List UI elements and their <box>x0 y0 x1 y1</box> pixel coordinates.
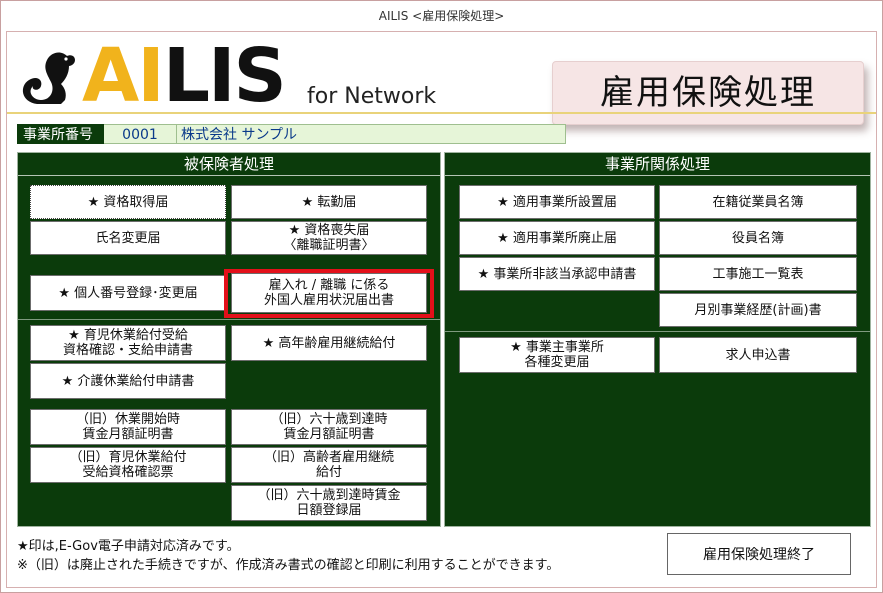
nursing-care-leave-benefit-button[interactable]: ★ 介護休業給付申請書 <box>30 363 226 399</box>
office-number-value[interactable]: 0001 <box>104 124 177 144</box>
logo-subtitle: for Network <box>307 84 437 109</box>
elderly-employment-benefit-button[interactable]: ★ 高年齢雇用継続給付 <box>231 325 427 361</box>
childcare-leave-benefit-button[interactable]: ★ 育児休業給付受給 資格確認・支給申請書 <box>30 325 226 361</box>
old-elderly-benefit-button[interactable]: （旧）高齢者雇用継続 給付 <box>231 447 427 483</box>
insured-person-panel: 被保険者処理 ★ 資格取得届 ★ 転勤届 氏名変更届 ★ 資格喪失届 〈離職証明… <box>17 152 441 527</box>
old-childcare-qualification-button[interactable]: （旧）育児休業給付 受給資格確認票 <box>30 447 226 483</box>
main-frame: AILIS for Network 雇用保険処理 事業所番号 0001 株式会社… <box>6 31 877 588</box>
monthly-business-history-button[interactable]: 月別事業経歴(計画)書 <box>659 293 857 327</box>
officer-register-button[interactable]: 役員名簿 <box>659 221 857 255</box>
personal-number-button[interactable]: ★ 個人番号登録･変更届 <box>30 275 226 311</box>
office-name-value: 株式会社 サンプル <box>177 124 566 144</box>
module-title: 雇用保険処理 <box>600 73 816 113</box>
old-leave-start-wage-button[interactable]: （旧）休業開始時 賃金月額証明書 <box>30 409 226 445</box>
egov-note: ★印は,E-Gov電子申請対応済みです。 <box>17 539 240 554</box>
construction-list-button[interactable]: 工事施工一覧表 <box>659 257 857 291</box>
module-banner: 雇用保険処理 <box>552 61 864 125</box>
name-change-button[interactable]: 氏名変更届 <box>30 221 226 255</box>
header-divider <box>7 112 876 114</box>
office-establishment-button[interactable]: ★ 適用事業所設置届 <box>459 185 655 219</box>
left-section-divider-1 <box>18 319 440 320</box>
employee-register-button[interactable]: 在籍従業員名簿 <box>659 185 857 219</box>
window-title: AILIS <雇用保険処理> <box>378 9 505 23</box>
office-abolition-button[interactable]: ★ 適用事業所廃止届 <box>459 221 655 255</box>
office-panel-title: 事業所関係処理 <box>445 153 870 176</box>
office-number-label: 事業所番号 <box>17 124 104 144</box>
highlight-box <box>224 269 434 318</box>
employer-office-change-button[interactable]: ★ 事業主事業所 各種変更届 <box>459 337 655 373</box>
office-info: 事業所番号 0001 株式会社 サンプル <box>17 124 566 144</box>
squirrel-logo-icon <box>22 52 75 104</box>
non-applicable-approval-button[interactable]: ★ 事業所非該当承認申請書 <box>459 257 655 291</box>
job-offer-button[interactable]: 求人申込書 <box>659 337 857 373</box>
old-age60-wage-button[interactable]: （旧）六十歳到達時 賃金月額証明書 <box>231 409 427 445</box>
old-age60-daily-wage-button[interactable]: （旧）六十歳到達時賃金 日額登録届 <box>231 485 427 521</box>
exit-employment-insurance-button[interactable]: 雇用保険処理終了 <box>667 533 851 575</box>
old-forms-note: ※（旧）は廃止された手続きですが、作成済み書式の確認と印刷に利用することができま… <box>17 558 560 573</box>
transfer-notice-button[interactable]: ★ 転勤届 <box>231 185 427 219</box>
app-window: AILIS <雇用保険処理> AILIS for Network 雇用保険処理 … <box>0 0 883 593</box>
qualification-acquisition-button[interactable]: ★ 資格取得届 <box>30 185 226 219</box>
qualification-loss-button[interactable]: ★ 資格喪失届 〈離職証明書〉 <box>231 221 427 255</box>
right-section-divider-1 <box>445 331 870 332</box>
logo-wordmark: AILIS <box>82 33 287 119</box>
office-relations-panel: 事業所関係処理 ★ 適用事業所設置届 在籍従業員名簿 ★ 適用事業所廃止届 役員… <box>444 152 871 527</box>
insured-panel-title: 被保険者処理 <box>18 153 440 176</box>
ailis-logo: AILIS for Network <box>17 36 457 116</box>
